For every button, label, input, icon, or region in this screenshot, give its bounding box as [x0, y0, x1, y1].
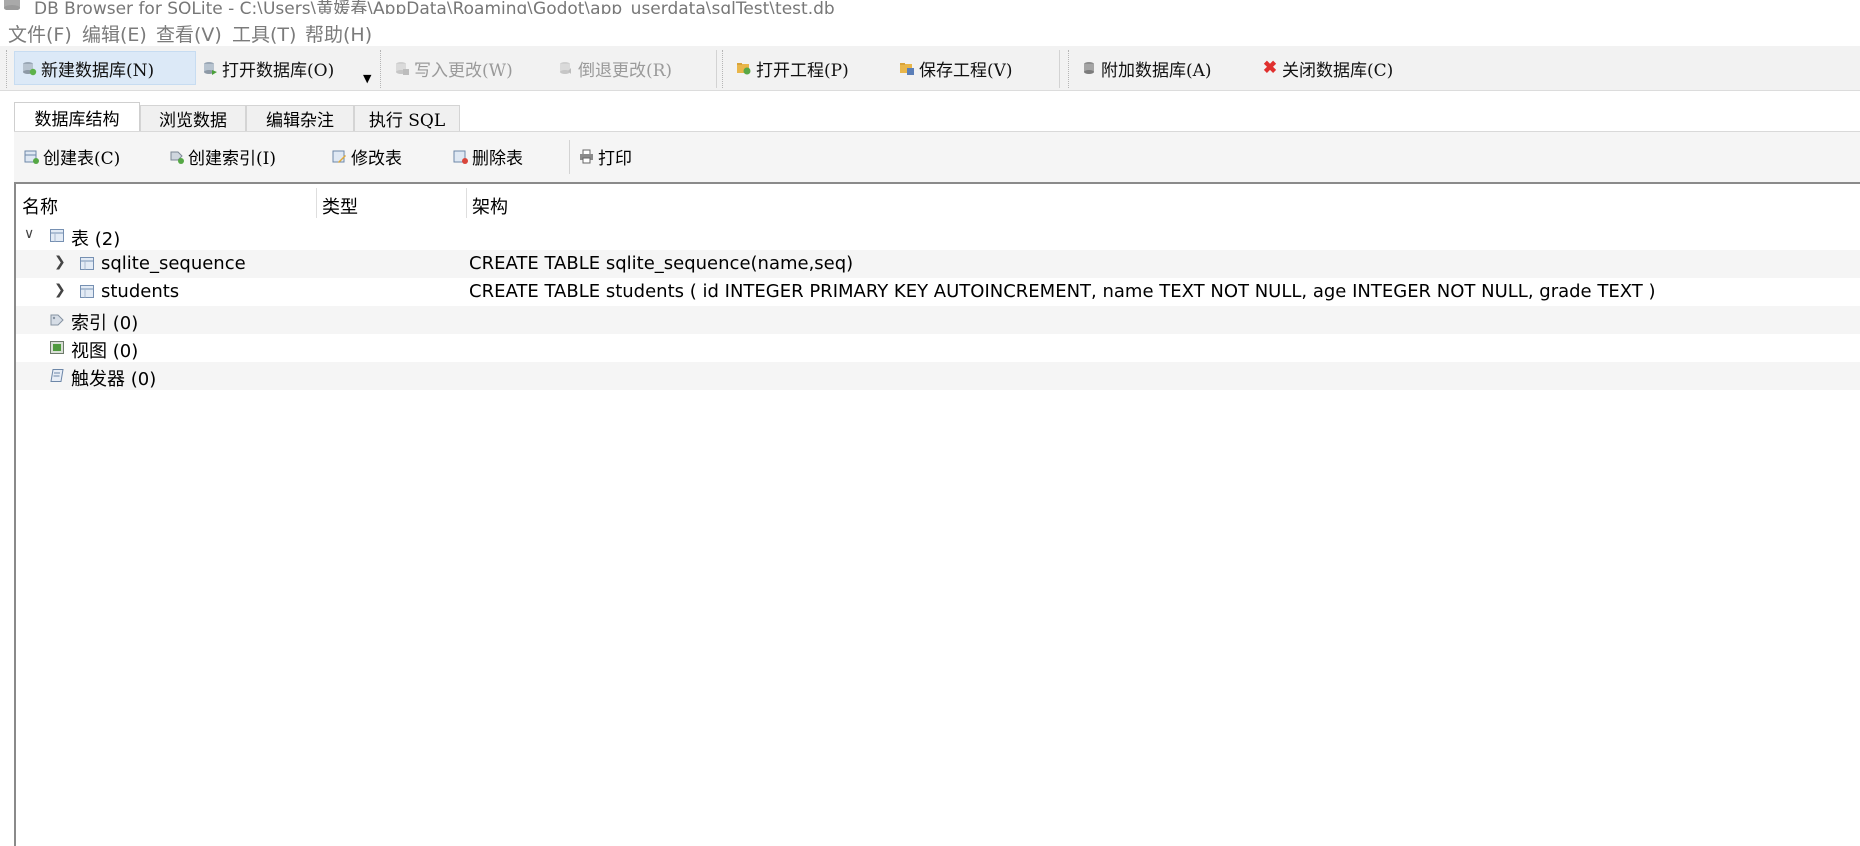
delete-table-button[interactable]: 删除表 [453, 143, 523, 169]
close-database-label: 关闭数据库(C) [1282, 60, 1394, 81]
create-index-button[interactable]: 创建索引(I) [169, 143, 276, 169]
title-bar: DB Browser for SQLite - C:\Users\黄媛春\App… [0, 0, 1860, 19]
menu-help[interactable]: 帮助(H) [305, 20, 372, 47]
revert-changes-icon [560, 62, 571, 74]
attach-database-icon [1084, 62, 1094, 74]
table-icon [80, 257, 94, 270]
table-icon [80, 285, 94, 298]
tab-execute-sql[interactable]: 执行 SQL [354, 105, 460, 131]
modify-table-label: 修改表 [351, 148, 402, 169]
table-icon [50, 229, 64, 242]
toolbar-separator [380, 50, 381, 88]
create-table-label: 创建表(C) [43, 148, 121, 169]
tree-header: 名称 类型 架构 [16, 184, 1860, 222]
open-database-button[interactable]: 打开数据库(O) [196, 51, 346, 85]
trigger-icon [50, 369, 64, 382]
toolbar-grip [6, 50, 7, 88]
views-group-label: 视图 (0) [71, 341, 139, 362]
printer-icon [580, 149, 593, 163]
new-database-button[interactable]: 新建数据库(N) [14, 51, 196, 85]
view-icon [50, 341, 64, 354]
column-divider[interactable] [466, 188, 467, 218]
tab-edit-pragmas[interactable]: 编辑杂注 [246, 105, 354, 131]
menu-view[interactable]: 查看(V) [156, 20, 222, 47]
toolbar-divider [716, 50, 717, 88]
create-index-icon [170, 151, 184, 164]
attach-database-label: 附加数据库(A) [1101, 60, 1212, 81]
open-project-icon [737, 63, 751, 75]
toolbar-divider [569, 140, 570, 174]
toolbar-separator [1068, 50, 1069, 88]
create-table-button[interactable]: 创建表(C) [24, 143, 120, 169]
column-header-type[interactable]: 类型 [322, 193, 358, 219]
print-label: 打印 [598, 148, 632, 169]
tree-group-triggers[interactable]: 触发器 (0) [16, 362, 1860, 390]
new-database-label: 新建数据库(N) [41, 60, 155, 81]
tab-database-structure[interactable]: 数据库结构 [14, 102, 140, 132]
save-project-label: 保存工程(V) [919, 60, 1013, 81]
schema-tree-view[interactable]: 名称 类型 架构 ∨ 表 (2) ❯ sqlite_sequence CREAT… [14, 182, 1860, 846]
write-changes-button[interactable]: 写入更改(W) [388, 51, 528, 85]
new-database-icon [23, 62, 37, 76]
print-button[interactable]: 打印 [579, 143, 632, 169]
tab-browse-data[interactable]: 浏览数据 [140, 105, 246, 131]
tree-group-tables[interactable]: ∨ 表 (2) [16, 222, 1860, 250]
table-name: sqlite_sequence [101, 253, 246, 274]
indexes-group-label: 索引 (0) [71, 313, 139, 334]
write-changes-label: 写入更改(W) [414, 60, 513, 81]
index-icon [50, 314, 64, 326]
column-divider[interactable] [316, 188, 317, 218]
table-schema: CREATE TABLE sqlite_sequence(name,seq) [469, 253, 854, 274]
toolbar-divider [1059, 50, 1060, 88]
database-app-icon [4, 0, 20, 10]
menu-tools[interactable]: 工具(T) [232, 20, 296, 47]
tab-bar: 数据库结构 浏览数据 编辑杂注 执行 SQL [0, 91, 1860, 132]
delete-table-label: 删除表 [472, 148, 523, 169]
table-row[interactable]: ❯ sqlite_sequence CREATE TABLE sqlite_se… [16, 250, 1860, 278]
modify-table-icon [332, 150, 346, 163]
column-header-schema[interactable]: 架构 [472, 193, 508, 219]
triggers-group-label: 触发器 (0) [71, 369, 157, 390]
modify-table-button[interactable]: 修改表 [332, 143, 402, 169]
menu-file[interactable]: 文件(F) [8, 20, 72, 47]
structure-toolbar: 创建表(C) 创建索引(I) 修改表 删除表 打印 [14, 131, 1860, 182]
menu-edit[interactable]: 编辑(E) [82, 20, 147, 47]
tree-group-views[interactable]: 视图 (0) [16, 334, 1860, 362]
menu-bar: 文件(F) 编辑(E) 查看(V) 工具(T) 帮助(H) [0, 14, 1860, 46]
close-database-button[interactable]: ✖ 关闭数据库(C) [1256, 51, 1416, 85]
create-table-icon [24, 150, 39, 164]
main-toolbar: 新建数据库(N) 打开数据库(O) ▼ 写入更改(W) 倒退更改(R) 打开工程… [0, 46, 1860, 91]
revert-changes-button[interactable]: 倒退更改(R) [552, 51, 702, 85]
tree-group-indexes[interactable]: 索引 (0) [16, 306, 1860, 334]
save-project-icon [900, 63, 914, 75]
toolbar-separator [722, 50, 723, 88]
open-database-label: 打开数据库(O) [222, 60, 335, 81]
delete-table-icon [453, 150, 468, 164]
table-schema: CREATE TABLE students ( id INTEGER PRIMA… [469, 281, 1656, 302]
chevron-right-icon[interactable]: ❯ [54, 254, 66, 270]
open-project-label: 打开工程(P) [756, 60, 849, 81]
attach-database-button[interactable]: 附加数据库(A) [1075, 51, 1235, 85]
chevron-down-icon[interactable]: ∨ [24, 226, 34, 242]
save-project-button[interactable]: 保存工程(V) [893, 51, 1043, 85]
open-project-button[interactable]: 打开工程(P) [730, 51, 870, 85]
revert-changes-label: 倒退更改(R) [578, 60, 673, 81]
write-changes-icon [396, 62, 409, 75]
table-name: students [101, 281, 180, 302]
table-row[interactable]: ❯ students CREATE TABLE students ( id IN… [16, 278, 1860, 306]
tables-group-label: 表 (2) [71, 229, 121, 250]
column-header-name[interactable]: 名称 [22, 193, 58, 219]
open-database-dropdown-arrow-icon[interactable]: ▼ [363, 72, 371, 85]
close-x-icon: ✖ [1262, 58, 1278, 78]
chevron-right-icon[interactable]: ❯ [54, 282, 66, 298]
create-index-label: 创建索引(I) [188, 148, 276, 169]
open-database-icon [204, 62, 217, 75]
